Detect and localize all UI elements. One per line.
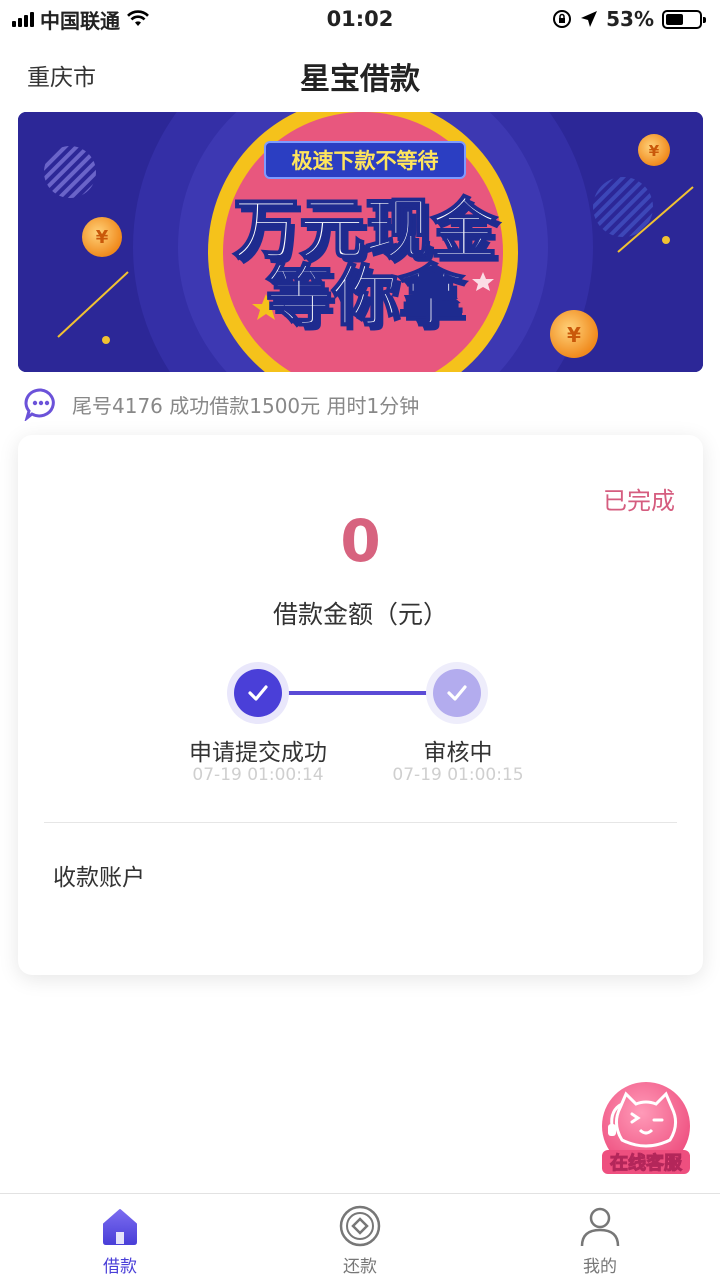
coin-icon bbox=[339, 1205, 381, 1247]
svg-text:¥: ¥ bbox=[649, 142, 660, 160]
check-icon bbox=[447, 685, 467, 701]
status-right: 53% bbox=[552, 7, 706, 31]
home-icon bbox=[103, 1209, 137, 1245]
loan-amount: 0 bbox=[340, 507, 381, 575]
city-selector[interactable]: 重庆市 bbox=[27, 58, 96, 92]
chat-bubble-icon bbox=[24, 388, 55, 421]
tab-repay[interactable]: 还款 bbox=[240, 1194, 480, 1280]
tab-mine[interactable]: 我的 bbox=[480, 1194, 720, 1280]
svg-text:¥: ¥ bbox=[96, 227, 109, 248]
loan-status-card: 已完成 0 借款金额（元） 申请提交成功 07-19 01:00:14 审核中 … bbox=[18, 435, 703, 975]
notice-text: 尾号4176 成功借款1500元 用时1分钟 bbox=[72, 393, 420, 418]
step-2-indicator bbox=[426, 662, 488, 724]
step-1-indicator bbox=[227, 662, 289, 724]
check-icon bbox=[248, 685, 268, 701]
battery-percent: 53% bbox=[606, 7, 654, 31]
signal-icon bbox=[12, 11, 34, 27]
svg-text:万元现金: 万元现金 bbox=[233, 191, 498, 268]
step-2-time: 07-19 01:00:15 bbox=[392, 765, 524, 785]
promo-banner[interactable]: ¥ ¥ ¥ 极速下款不等待 万元现金 万元现金 等你拿 等你拿 bbox=[18, 112, 703, 372]
wifi-icon bbox=[127, 10, 149, 26]
tab-repay-label: 还款 bbox=[343, 1257, 377, 1277]
tab-borrow-label: 借款 bbox=[103, 1257, 137, 1277]
rotation-lock-icon bbox=[553, 10, 572, 28]
banner-graphic: ¥ ¥ ¥ 极速下款不等待 万元现金 万元现金 等你拿 等你拿 bbox=[18, 112, 703, 372]
bottom-tab-bar: 借款 还款 我的 bbox=[0, 1193, 720, 1280]
step-1-title: 申请提交成功 bbox=[189, 740, 327, 766]
loan-notice: 尾号4176 成功借款1500元 用时1分钟 bbox=[24, 386, 419, 422]
svg-text:在线客服: 在线客服 bbox=[610, 1152, 683, 1174]
receiving-account-label[interactable]: 收款账户 bbox=[53, 858, 145, 892]
app-header: 重庆市 星宝借款 bbox=[0, 44, 720, 104]
svg-text:¥: ¥ bbox=[567, 323, 581, 347]
card-divider bbox=[44, 822, 677, 823]
progress-connector bbox=[280, 691, 430, 695]
carrier-label: 中国联通 bbox=[40, 8, 120, 33]
svg-text:等你拿: 等你拿 bbox=[266, 258, 465, 335]
page-title: 星宝借款 bbox=[300, 62, 420, 97]
service-cat-icon: 在线客服 bbox=[602, 1082, 690, 1175]
svg-text:极速下款不等待: 极速下款不等待 bbox=[292, 149, 439, 173]
step-1-time: 07-19 01:00:14 bbox=[192, 765, 324, 785]
online-service-button[interactable]: 在线客服 bbox=[598, 1080, 694, 1176]
tab-mine-label: 我的 bbox=[583, 1257, 617, 1277]
tab-borrow[interactable]: 借款 bbox=[0, 1194, 240, 1280]
loan-amount-label: 借款金额（元） bbox=[272, 600, 448, 629]
battery-icon bbox=[662, 9, 706, 29]
user-icon bbox=[580, 1207, 620, 1247]
step-2-title: 审核中 bbox=[423, 740, 493, 766]
status-bar: 中国联通 01:02 53% bbox=[0, 0, 720, 38]
location-arrow-icon bbox=[581, 11, 598, 27]
status-left: 中国联通 bbox=[12, 5, 150, 34]
